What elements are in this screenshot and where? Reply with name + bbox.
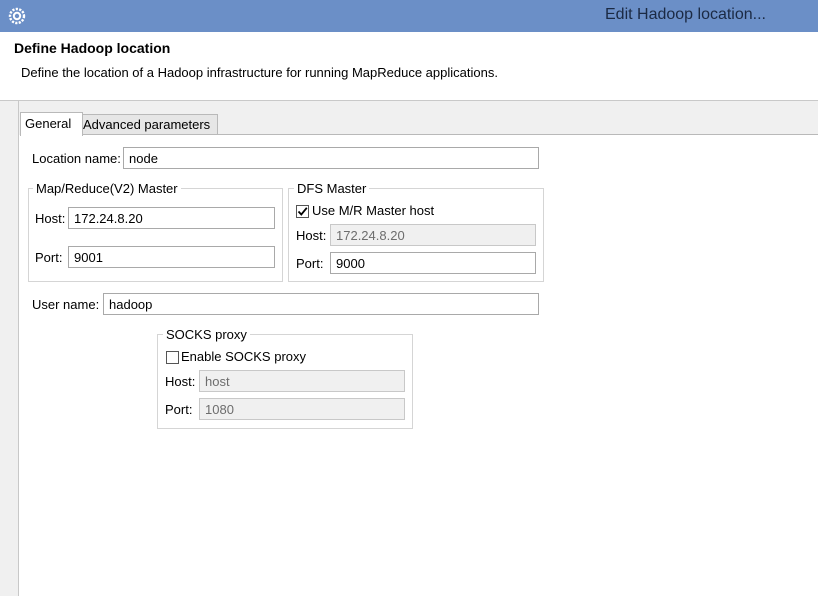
title-bar[interactable]: Edit Hadoop location... <box>0 0 818 32</box>
socks-proxy-legend: SOCKS proxy <box>163 327 250 342</box>
location-name-label: Location name: <box>32 151 121 166</box>
mr-master-legend: Map/Reduce(V2) Master <box>33 181 181 196</box>
eclipse-gear-icon[interactable] <box>8 7 26 25</box>
enable-socks-label[interactable]: Enable SOCKS proxy <box>181 349 306 364</box>
check-icon <box>297 207 308 216</box>
dialog-title: Define Hadoop location <box>14 40 171 56</box>
socks-host-label: Host: <box>165 374 196 389</box>
mr-port-input[interactable] <box>68 246 275 268</box>
left-margin <box>0 101 19 596</box>
socks-port-label: Port: <box>165 402 193 417</box>
mr-host-input[interactable] <box>68 207 275 229</box>
socks-port-input <box>199 398 405 420</box>
socks-host-input <box>199 370 405 392</box>
dfs-master-legend: DFS Master <box>294 181 370 196</box>
dialog-header: Define Hadoop location Define the locati… <box>0 32 818 101</box>
dfs-port-input[interactable] <box>330 252 536 274</box>
use-mr-host-label[interactable]: Use M/R Master host <box>312 203 434 218</box>
use-mr-host-checkbox[interactable] <box>296 205 309 218</box>
dfs-host-label: Host: <box>296 228 327 243</box>
dialog-description: Define the location of a Hadoop infrastr… <box>21 65 498 80</box>
user-name-input[interactable] <box>103 293 539 315</box>
user-name-label: User name: <box>32 297 100 312</box>
dfs-host-input <box>330 224 536 246</box>
mr-port-label: Port: <box>35 250 63 265</box>
tab-advanced-parameters[interactable]: Advanced parameters <box>78 114 218 135</box>
location-name-input[interactable] <box>123 147 539 169</box>
mr-host-label: Host: <box>35 211 66 226</box>
dfs-port-label: Port: <box>296 256 324 271</box>
window-title: Edit Hadoop location... <box>605 6 766 23</box>
enable-socks-checkbox[interactable] <box>166 351 179 364</box>
tab-general[interactable]: General <box>20 112 83 136</box>
